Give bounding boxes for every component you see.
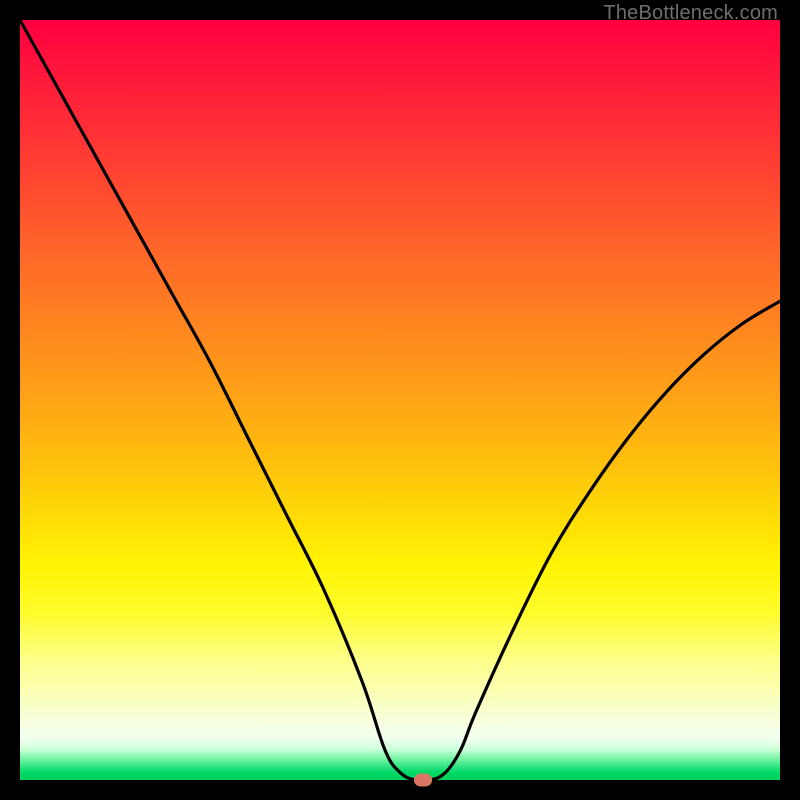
attribution-text: TheBottleneck.com: [603, 2, 778, 25]
plot-area: [20, 20, 780, 780]
optimum-marker: [414, 774, 432, 787]
chart-frame: TheBottleneck.com: [0, 0, 800, 800]
